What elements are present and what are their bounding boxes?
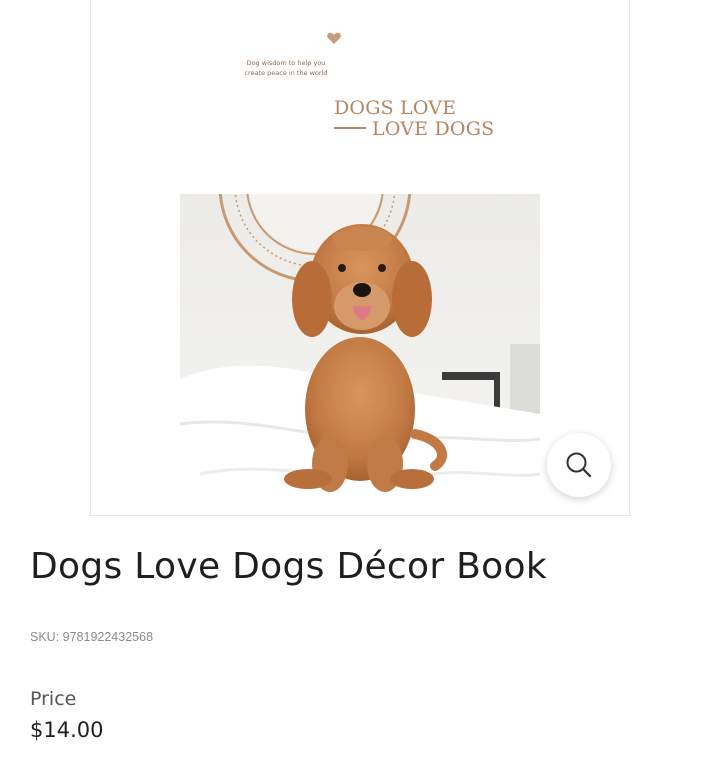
cover-tagline: Dog wisdom to help you create peace in t… bbox=[244, 59, 328, 77]
zoom-button[interactable] bbox=[547, 433, 611, 497]
cover-title-line1: DOGS LOVE bbox=[334, 97, 457, 119]
product-page: Dog wisdom to help you create peace in t… bbox=[0, 0, 719, 767]
search-icon bbox=[566, 452, 592, 478]
price-label: Price bbox=[30, 688, 77, 710]
cover-title-line2-wrap: LOVE DOGS bbox=[334, 119, 494, 140]
cover-title: DOGS LOVE LOVE DOGS bbox=[334, 98, 494, 140]
price-value: $14.00 bbox=[30, 718, 104, 742]
product-title: Dogs Love Dogs Décor Book bbox=[30, 546, 547, 587]
heart-icon bbox=[327, 32, 341, 44]
cover-title-line2: LOVE DOGS bbox=[372, 118, 495, 140]
dog-photo bbox=[180, 194, 540, 514]
product-image[interactable]: Dog wisdom to help you create peace in t… bbox=[90, 0, 630, 516]
product-sku: SKU: 9781922432568 bbox=[30, 630, 154, 644]
title-dash bbox=[334, 127, 366, 129]
